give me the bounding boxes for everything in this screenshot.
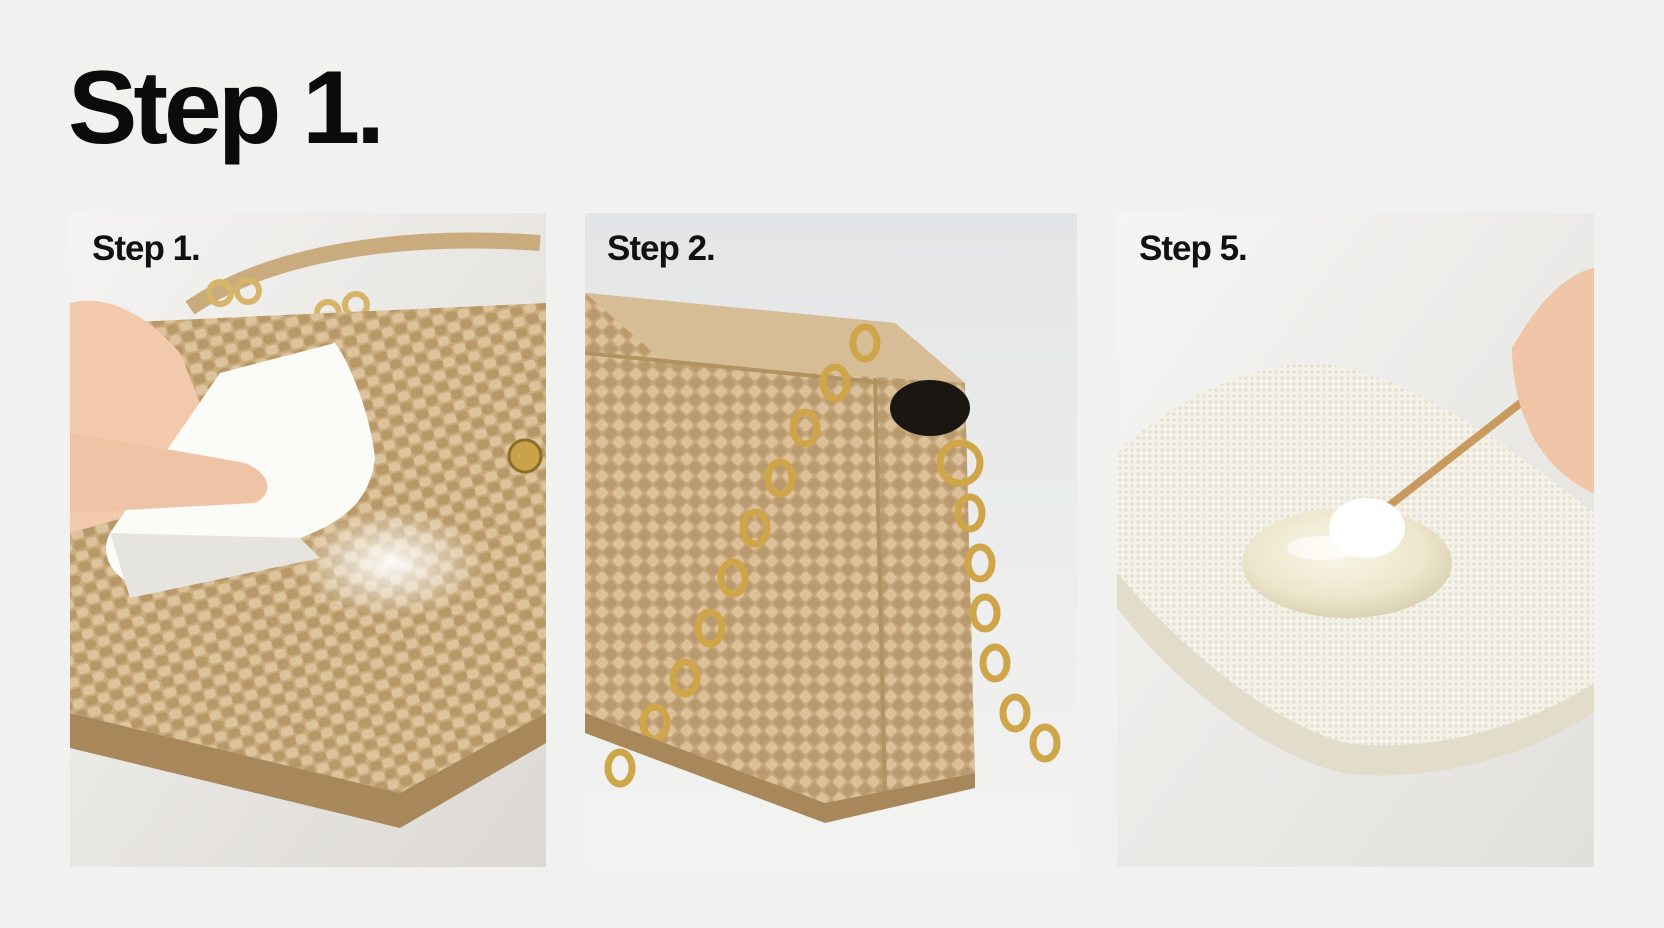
- woven-bag-chain-image: [585, 213, 1077, 867]
- towel-swab-image: [1117, 213, 1594, 867]
- page-title: Step 1.: [68, 50, 385, 166]
- step-label: Step 5.: [1139, 229, 1248, 268]
- step-panel-2: Step 2.: [585, 213, 1077, 867]
- step-label: Step 1.: [92, 229, 201, 268]
- step-panel-3: Step 5.: [1117, 213, 1594, 867]
- step-panel-1: Step 1.: [70, 213, 546, 867]
- step-label: Step 2.: [607, 229, 716, 268]
- woven-bag-cleaning-image: [70, 213, 546, 867]
